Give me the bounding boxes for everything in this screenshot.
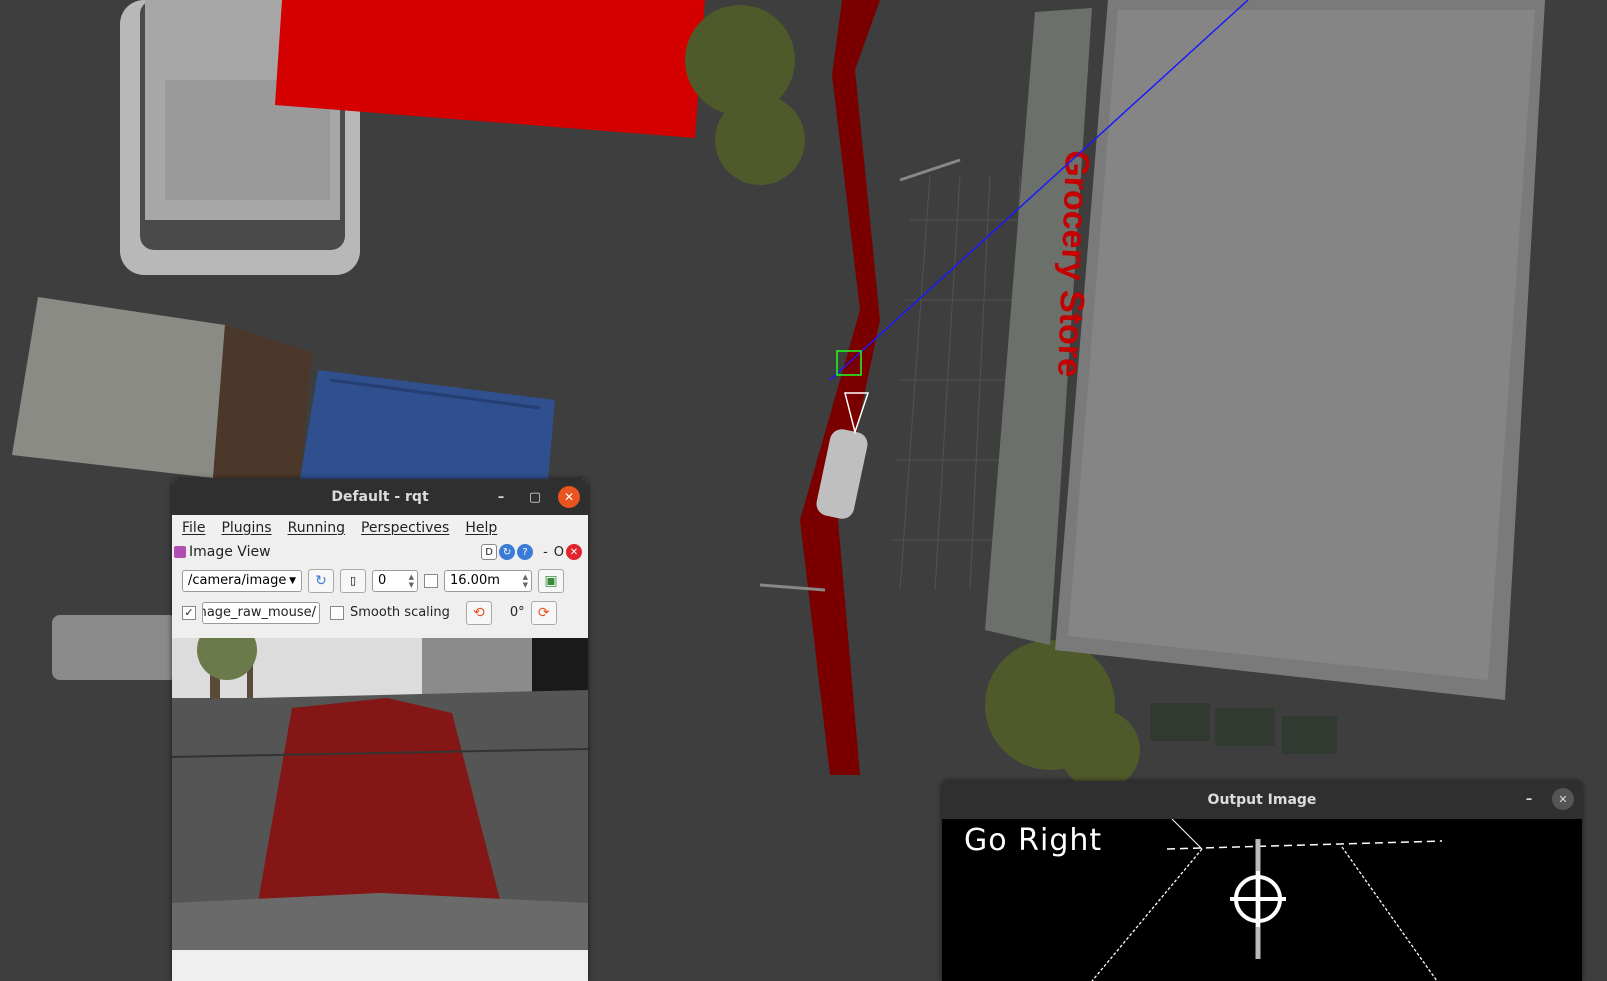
spin-arrows-icon: ▲ ▼ <box>522 572 528 589</box>
dock-undock-button[interactable]: D <box>481 544 498 560</box>
rqt-window-title: Default - rqt <box>331 489 429 505</box>
menu-file[interactable]: File <box>182 520 205 536</box>
output-image-window: Output Image – ✕ Go Right <box>942 781 1582 981</box>
publish-topic-input[interactable]: /camera/image_raw_mouse <box>202 601 320 624</box>
output-titlebar[interactable]: Output Image – ✕ <box>942 781 1582 819</box>
rqt-titlebar[interactable]: Default - rqt – ▢ ✕ <box>172 479 588 515</box>
refresh-icon: ↻ <box>315 572 327 589</box>
menu-plugins[interactable]: Plugins <box>221 520 271 536</box>
publish-checkbox[interactable]: ✓ <box>182 605 196 620</box>
help-icon[interactable]: ? <box>517 544 534 560</box>
distance-value: 16.00m <box>450 573 500 588</box>
smooth-scaling-label: Smooth scaling <box>350 605 450 620</box>
zoom-spinbox[interactable]: 0 ▲ ▼ <box>372 569 418 592</box>
close-icon[interactable]: ✕ <box>1552 788 1574 810</box>
crosshair-icon <box>1230 871 1286 927</box>
plugin-title: Image View <box>189 544 271 560</box>
rqt-window: Default - rqt – ▢ ✕ File Plugins Running… <box>172 479 588 981</box>
output-window-title: Output Image <box>1207 792 1317 808</box>
rotation-label: 0° <box>509 605 525 620</box>
refresh-topics-button[interactable]: ↻ <box>308 568 334 593</box>
zoom-icon: ▯ <box>349 574 357 587</box>
zoom-value: 0 <box>378 573 387 588</box>
chevron-down-icon: ▼ <box>289 575 296 586</box>
grocery-store-sign: Grocery Store <box>1050 150 1096 378</box>
minimize-icon[interactable]: – <box>1518 788 1540 810</box>
menu-help[interactable]: Help <box>465 520 497 536</box>
publish-row: ✓ /camera/image_raw_mouse Smooth scaling… <box>172 597 588 628</box>
rotate-right-button[interactable]: ⟳ <box>530 600 557 625</box>
menu-perspectives[interactable]: Perspectives <box>361 520 449 536</box>
save-image-icon: ▣ <box>544 572 558 589</box>
menu-bar: File Plugins Running Perspectives Help <box>172 515 588 540</box>
zoom-toggle-button[interactable]: ▯ <box>340 568 366 593</box>
dock-minimize-button[interactable]: - <box>543 545 548 560</box>
menu-running[interactable]: Running <box>288 520 345 536</box>
topic-select-value: /camera/image <box>188 573 287 588</box>
direction-status-text: Go Right <box>964 823 1103 858</box>
smooth-scaling-checkbox[interactable] <box>330 605 344 620</box>
spin-arrows-icon: ▲ ▼ <box>408 572 414 589</box>
image-view-toolbar: /camera/image ▼ ↻ ▯ 0 ▲ ▼ 16.00m ▲ ▼ ▣ <box>172 564 588 597</box>
image-view-dock-title: Image View D ↻ ? - O ✕ <box>172 540 588 564</box>
edge-detection-view: Go Right <box>942 818 1582 981</box>
rotate-right-icon: ⟳ <box>537 604 550 621</box>
bus-vehicle <box>52 615 177 680</box>
topic-select[interactable]: /camera/image ▼ <box>182 569 302 592</box>
rotate-left-icon: ⟲ <box>473 604 485 621</box>
dock-options-button[interactable]: O <box>554 545 564 560</box>
dock-close-icon[interactable]: ✕ <box>566 544 582 560</box>
dynamic-range-checkbox[interactable] <box>424 573 438 588</box>
save-image-button[interactable]: ▣ <box>538 568 564 593</box>
camera-image-view[interactable] <box>172 638 588 950</box>
maximize-icon[interactable]: ▢ <box>524 486 546 508</box>
close-icon[interactable]: ✕ <box>558 486 580 508</box>
image-view-icon <box>174 546 186 558</box>
rotate-left-button[interactable]: ⟲ <box>465 600 492 625</box>
minimize-icon[interactable]: – <box>490 486 512 508</box>
distance-spinbox[interactable]: 16.00m ▲ ▼ <box>444 569 532 592</box>
reload-icon[interactable]: ↻ <box>499 544 516 560</box>
